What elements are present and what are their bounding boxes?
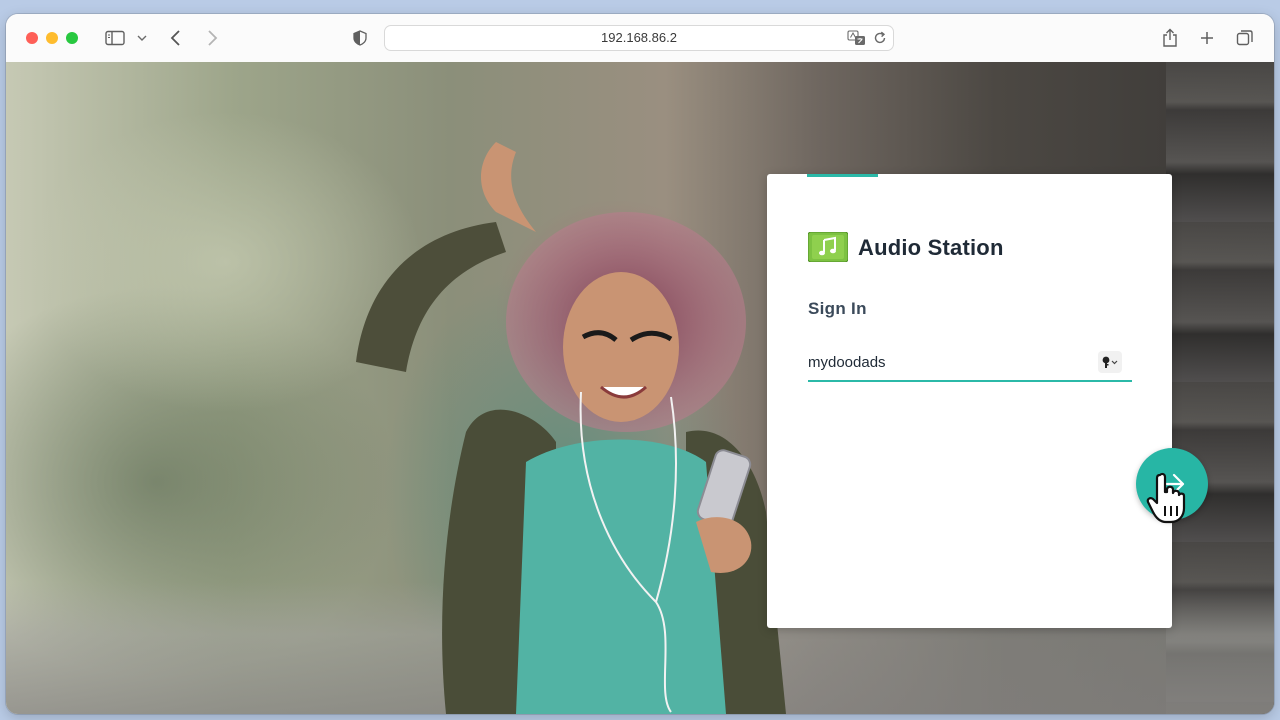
key-icon[interactable] — [1098, 351, 1122, 373]
translate-icon[interactable] — [847, 30, 867, 51]
minimize-window-button[interactable] — [46, 32, 58, 44]
username-field — [808, 346, 1132, 382]
plus-icon[interactable] — [1198, 26, 1216, 50]
app-title: Audio Station — [858, 235, 1004, 260]
sign-in-heading: Sign In — [808, 299, 867, 318]
page-content: Audio Station Sign In — [6, 62, 1274, 714]
address-bar[interactable]: 192.168.86.2 — [384, 25, 894, 51]
browser-toolbar: 192.168.86.2 — [6, 14, 1274, 63]
background-photo-person — [356, 142, 786, 714]
arrow-right-icon — [1160, 473, 1185, 495]
sidebar-icon[interactable] — [104, 26, 126, 50]
username-input[interactable] — [808, 351, 1088, 373]
audio-station-music-note-icon — [808, 232, 848, 262]
tabs-icon[interactable] — [1235, 26, 1255, 50]
chevron-down-icon[interactable] — [136, 26, 148, 50]
share-icon[interactable] — [1161, 26, 1179, 50]
card-accent-bar — [807, 174, 878, 177]
shield-icon[interactable] — [352, 26, 368, 50]
close-window-button[interactable] — [26, 32, 38, 44]
zoom-window-button[interactable] — [66, 32, 78, 44]
forward-icon[interactable] — [204, 26, 220, 50]
back-icon[interactable] — [168, 26, 184, 50]
next-button[interactable] — [1136, 448, 1208, 520]
login-card: Audio Station Sign In — [767, 174, 1172, 628]
address-text: 192.168.86.2 — [601, 30, 677, 45]
reload-icon[interactable] — [873, 31, 887, 50]
browser-window: 192.168.86.2 Audio Station Sign In mydoo… — [6, 14, 1274, 714]
